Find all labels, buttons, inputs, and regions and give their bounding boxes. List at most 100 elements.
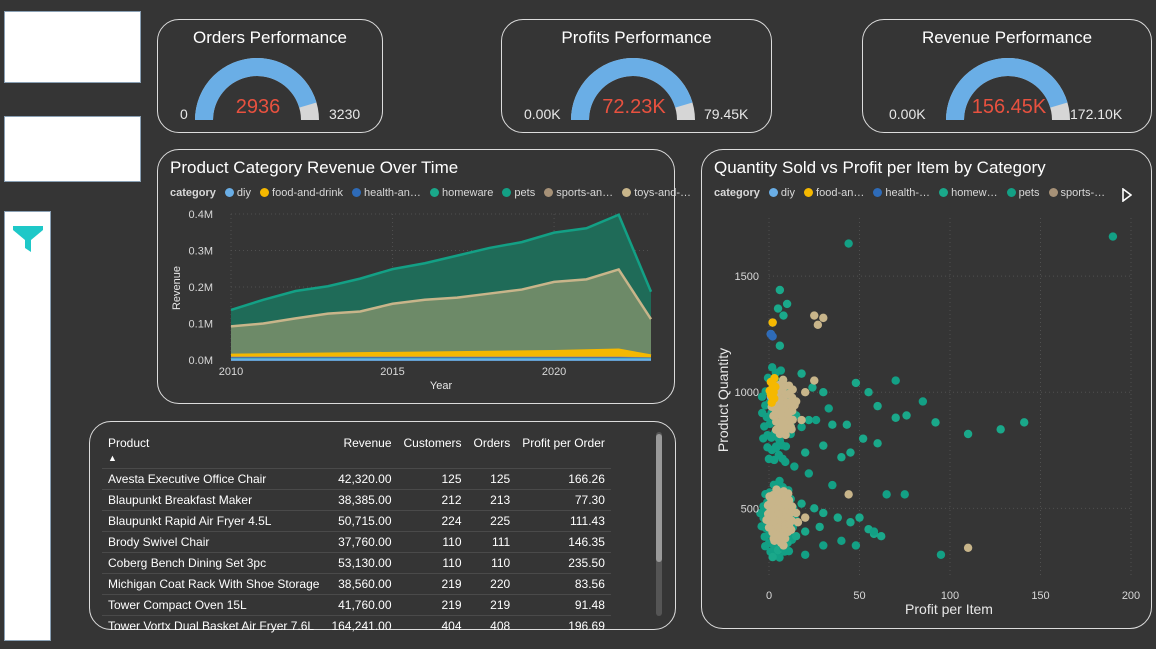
scatter-point[interactable] [788, 393, 797, 402]
scatter-point[interactable] [787, 516, 797, 526]
scatter-point[interactable] [768, 332, 777, 341]
scatter-point[interactable] [772, 443, 781, 453]
scatter-point[interactable] [902, 411, 911, 420]
scatter-point[interactable] [776, 366, 786, 375]
scatter-point[interactable] [828, 420, 837, 429]
scatter-point[interactable] [996, 425, 1005, 434]
legend-item[interactable]: sports-… [1048, 187, 1105, 199]
scatter-point[interactable] [801, 387, 810, 397]
scatter-point[interactable] [797, 369, 806, 378]
scatter-point[interactable] [813, 320, 823, 330]
scatter-point[interactable] [833, 513, 842, 522]
scatter-point[interactable] [963, 543, 973, 553]
column-header-product[interactable]: Product ▲ [102, 432, 325, 469]
scatter-point[interactable] [782, 299, 792, 309]
scatter-point[interactable] [804, 415, 814, 425]
scatter-point[interactable] [837, 536, 846, 546]
scatter-point[interactable] [758, 408, 767, 418]
scatter-point[interactable] [767, 363, 777, 372]
filter-panel[interactable] [4, 211, 51, 641]
legend-item[interactable]: homew… [939, 187, 998, 199]
scatter-point[interactable] [771, 425, 781, 435]
scatter-point[interactable] [900, 490, 909, 499]
scatter-point[interactable] [763, 443, 772, 452]
scatter-point[interactable] [824, 404, 833, 413]
scatter-point[interactable] [764, 454, 774, 464]
scatter-point[interactable] [786, 525, 796, 534]
scatter-point[interactable] [891, 376, 900, 385]
scatter-point[interactable] [864, 387, 873, 397]
scatter-point[interactable] [844, 239, 853, 248]
scatter-point[interactable] [773, 304, 783, 313]
scatter-point[interactable] [844, 490, 853, 499]
scatter-point[interactable] [768, 552, 777, 562]
scatter-point[interactable] [873, 439, 882, 448]
funnel-icon[interactable] [13, 226, 43, 254]
scatter-point[interactable] [877, 531, 886, 541]
scatter-point[interactable] [776, 538, 786, 548]
scatter-point[interactable] [790, 462, 799, 471]
scatter-point[interactable] [779, 311, 788, 320]
legend-item[interactable]: health-an… [352, 187, 421, 199]
table-row[interactable]: Tower Compact Oven 15L 41,760.00 219 219 91.… [102, 594, 611, 616]
scatter-point[interactable] [810, 504, 819, 513]
table-row[interactable]: Blaupunkt Rapid Air Fryer 4.5L 50,715.00 2… [102, 510, 611, 532]
scatter-point[interactable] [819, 313, 828, 323]
scatter-point[interactable] [846, 518, 855, 527]
legend-item[interactable]: pets [502, 187, 535, 199]
scatter-point[interactable] [767, 398, 776, 407]
scatter-point[interactable] [882, 490, 891, 499]
table-scrollbar-thumb[interactable] [656, 434, 662, 562]
table-row[interactable]: Michigan Coat Rack With Shoe Storage 38,5… [102, 573, 611, 595]
scatter-point[interactable] [788, 415, 797, 424]
legend-item[interactable]: pets [1006, 187, 1039, 199]
scatter-point[interactable] [775, 285, 785, 295]
scatter-point[interactable] [757, 392, 767, 401]
column-header-customers[interactable]: Customers [398, 432, 468, 469]
scatter-point[interactable] [1108, 232, 1118, 241]
scatter-point[interactable] [819, 541, 828, 550]
scatter-point[interactable] [775, 341, 785, 350]
scatter-point[interactable] [801, 550, 810, 559]
scatter-point[interactable] [764, 523, 774, 532]
scatter-point[interactable] [828, 480, 837, 490]
table-row[interactable]: Brody Swivel Chair 37,760.00 110 111 146.35 [102, 531, 611, 553]
scatter-point[interactable] [851, 541, 861, 550]
scatter-point[interactable] [855, 513, 864, 522]
scatter-point[interactable] [769, 534, 778, 543]
scatter-point[interactable] [918, 397, 928, 406]
scatter-point[interactable] [760, 532, 769, 541]
scatter-point[interactable] [819, 508, 828, 518]
scatter-point[interactable] [811, 415, 821, 425]
table-row[interactable]: Blaupunkt Breakfast Maker 38,385.00 212 213… [102, 489, 611, 511]
scatter-point[interactable] [819, 441, 828, 450]
legend-item[interactable]: sports-an… [544, 187, 613, 199]
scatter-point[interactable] [788, 385, 797, 394]
legend-item[interactable]: food-and-drink [260, 187, 343, 199]
scatter-point[interactable] [873, 401, 882, 411]
scatter-point[interactable] [931, 418, 940, 427]
scatter-point[interactable] [810, 376, 819, 385]
scatter-point[interactable] [766, 377, 776, 387]
scatter-point[interactable] [772, 485, 781, 494]
scatter-point[interactable] [768, 318, 777, 327]
column-header-revenue[interactable]: Revenue [325, 432, 397, 469]
scatter-point[interactable] [819, 387, 828, 397]
scatter-point[interactable] [763, 501, 773, 510]
scatter-point[interactable] [781, 457, 790, 467]
scatter-point[interactable] [787, 502, 797, 511]
legend-item[interactable]: toys-and-… [622, 187, 691, 199]
scatter-point[interactable] [760, 422, 769, 431]
table-row[interactable]: Tower Vortx Dual Basket Air Fryer 7.6L 16… [102, 615, 611, 636]
scatter-point[interactable] [759, 434, 768, 443]
scatter-point[interactable] [765, 492, 774, 501]
scatter-point[interactable] [801, 527, 810, 536]
legend-item[interactable]: homeware [429, 187, 493, 199]
scatter-point[interactable] [783, 489, 793, 498]
scatter-point[interactable] [815, 522, 824, 532]
table-row[interactable]: Avesta Executive Office Chair 42,320.00 12… [102, 468, 611, 490]
legend-item[interactable]: food-an… [804, 187, 864, 199]
scatter-point[interactable] [858, 434, 868, 443]
legend-next-icon[interactable] [1122, 188, 1132, 202]
scatter-point[interactable] [797, 499, 806, 508]
